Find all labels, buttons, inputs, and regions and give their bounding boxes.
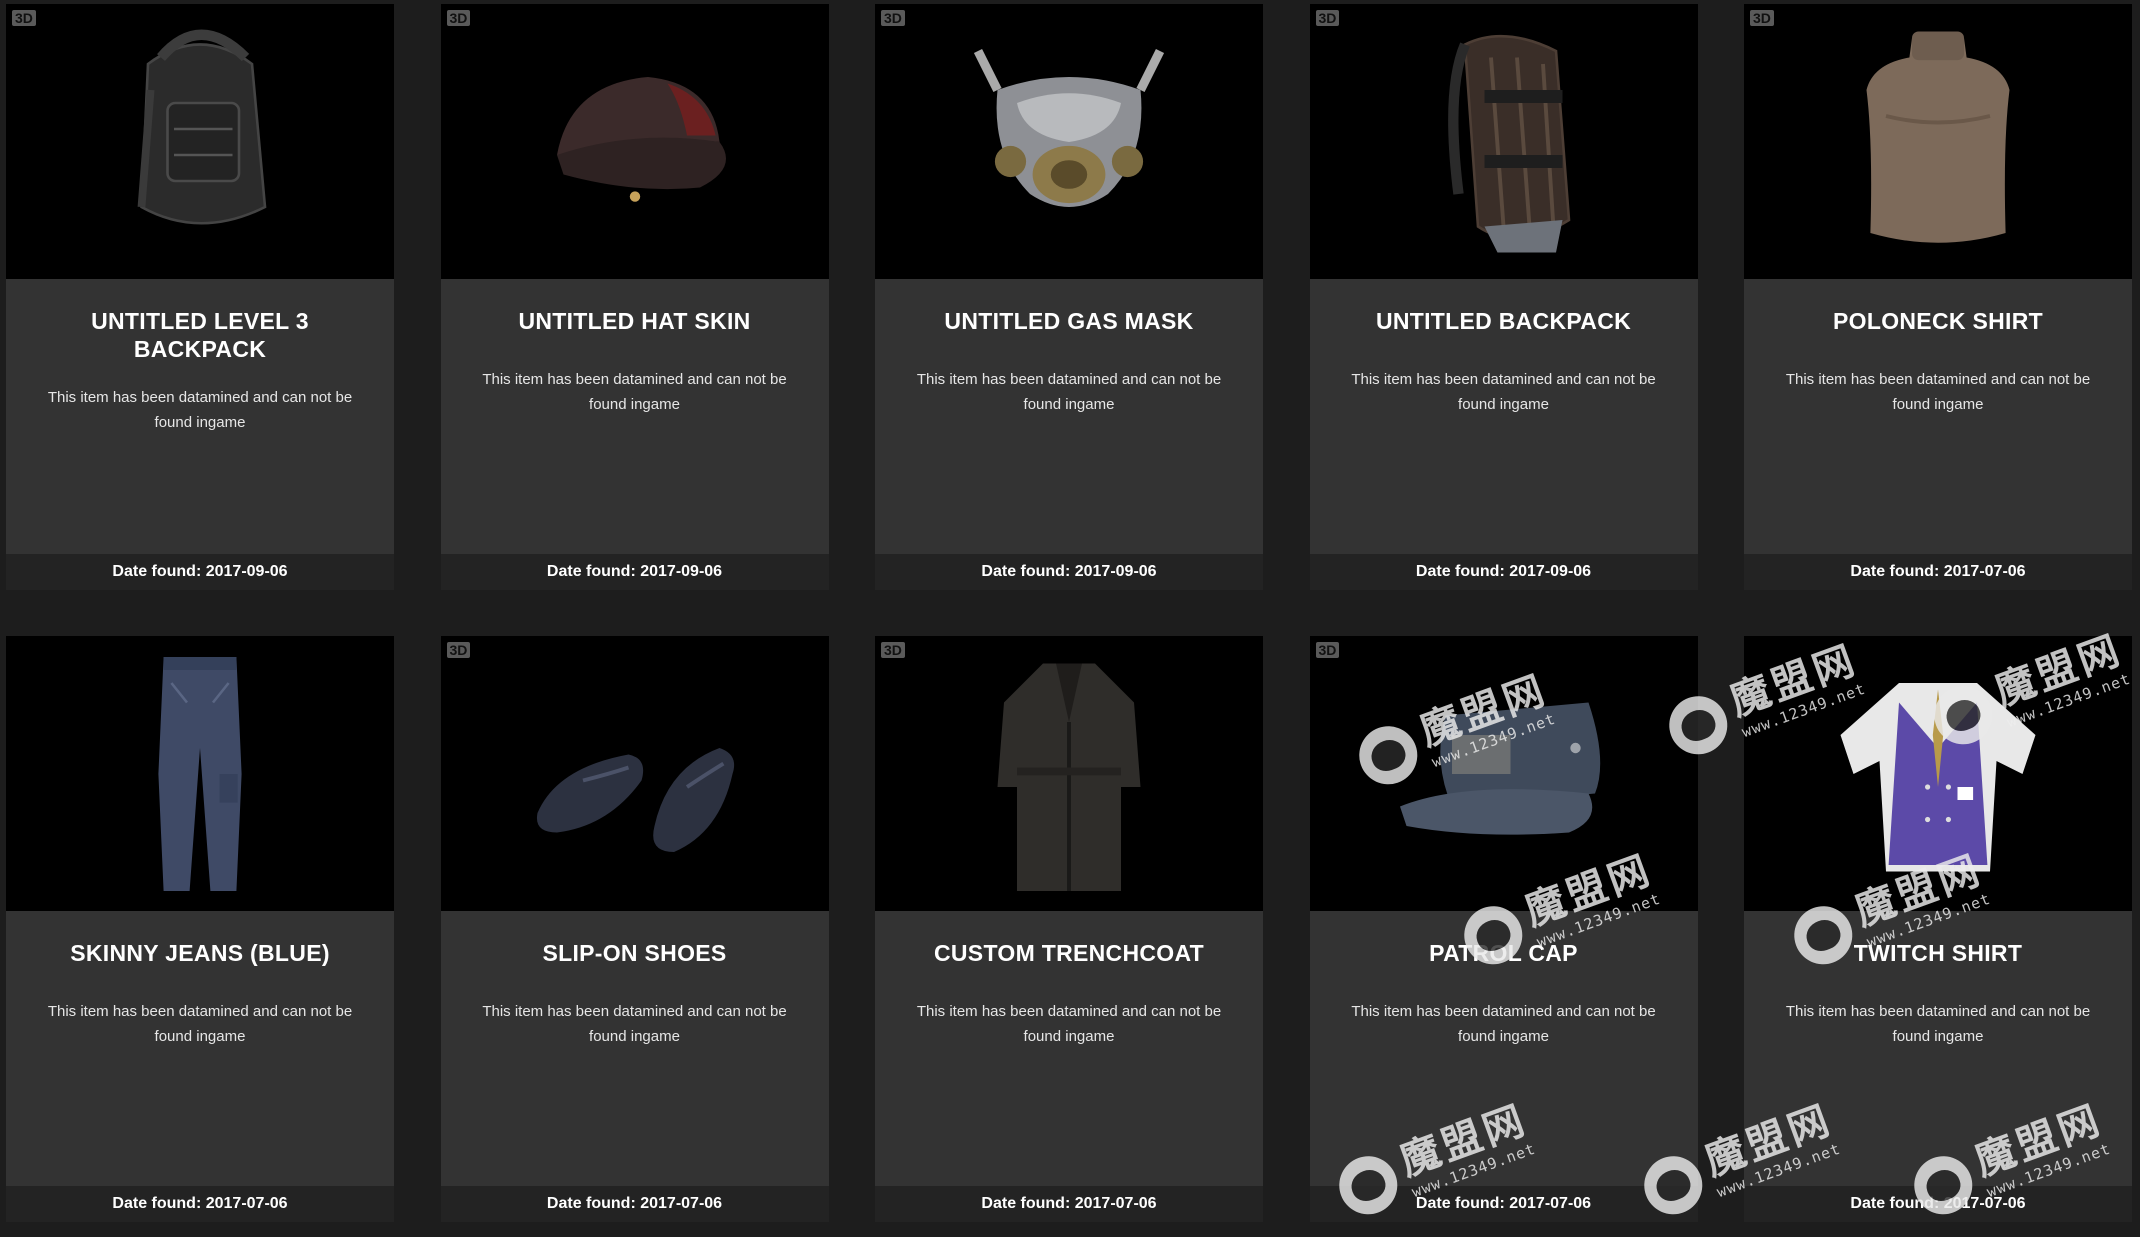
date-found: Date found: 2017-09-06 (1309, 554, 1698, 590)
item-description: This item has been datamined and can not… (47, 389, 353, 431)
backpack-icon (1447, 34, 1570, 252)
item-description: This item has been datamined and can not… (482, 1003, 787, 1045)
item-image[interactable]: 3D (1744, 4, 2132, 279)
item-title: UNTITLED BACKPACK (1375, 308, 1632, 334)
date-found: Date found: 2017-07-06 (1744, 554, 2132, 590)
item-card[interactable]: 3D UNTITLED HAT SKIN This item has been … (440, 4, 829, 590)
item-image[interactable] (6, 636, 394, 911)
item-title: TWITCH SHIRT (1853, 940, 2023, 966)
3d-badge: 3D (1315, 10, 1340, 26)
item-image[interactable]: 3D (6, 4, 394, 279)
cap-icon (1399, 702, 1600, 835)
item-description: This item has been datamined and can not… (1351, 371, 1656, 413)
item-description: This item has been datamined and can not… (1351, 1003, 1656, 1045)
item-title: UNTITLED LEVEL 3 BACKPACK (91, 308, 309, 362)
item-image[interactable] (1744, 636, 2132, 911)
item-title: CUSTOM TRENCHCOAT (933, 940, 1204, 966)
item-image[interactable]: 3D (875, 4, 1263, 279)
item-card[interactable]: 3D UNTITLED LEVEL 3 BACKPACK This item h… (6, 4, 394, 590)
item-image[interactable]: 3D (1309, 636, 1698, 911)
item-image[interactable]: 3D (440, 636, 829, 911)
vest-shirt-icon (1840, 682, 2036, 871)
3d-badge: 3D (1750, 10, 1774, 26)
date-found: Date found: 2017-07-06 (6, 1186, 394, 1222)
date-found: Date found: 2017-07-06 (440, 1186, 829, 1222)
item-card[interactable]: 3D PATROL CAP This item has been datamin… (1309, 636, 1698, 1222)
item-image[interactable]: 3D (440, 4, 829, 279)
hat-icon (556, 76, 726, 202)
item-grid: 3D UNTITLED LEVEL 3 BACKPACK This item h… (6, 4, 2132, 1222)
date-found: Date found: 2017-09-06 (875, 554, 1263, 590)
item-card[interactable]: 3D CUSTOM TRENCHCOAT This item has been … (875, 636, 1263, 1222)
shirt-icon (1866, 31, 2010, 243)
date-found: Date found: 2017-07-06 (875, 1186, 1263, 1222)
3d-badge: 3D (446, 642, 471, 658)
item-card[interactable]: 3D POLONECK SHIRT This item has been dat… (1744, 4, 2132, 590)
item-description: This item has been datamined and can not… (47, 1003, 353, 1045)
date-found: Date found: 2017-07-06 (1744, 1186, 2132, 1222)
item-title: UNTITLED HAT SKIN (518, 308, 751, 334)
item-image[interactable]: 3D (875, 636, 1263, 911)
item-title: SKINNY JEANS (BLUE) (70, 940, 330, 966)
item-title: SLIP-ON SHOES (542, 940, 727, 966)
item-description: This item has been datamined and can not… (916, 371, 1222, 413)
item-description: This item has been datamined and can not… (482, 371, 787, 413)
jeans-icon (158, 656, 242, 891)
item-title: UNTITLED GAS MASK (944, 308, 1194, 334)
3d-badge: 3D (1315, 642, 1340, 658)
item-card[interactable]: TWITCH SHIRT This item has been datamine… (1744, 636, 2132, 1222)
date-found: Date found: 2017-07-06 (1309, 1186, 1698, 1222)
item-title: PATROL CAP (1429, 940, 1578, 966)
3d-badge: 3D (12, 10, 36, 26)
item-card[interactable]: 3D UNTITLED BACKPACK This item has been … (1309, 4, 1698, 590)
item-card[interactable]: 3D SLIP-ON SHOES This item has been data… (440, 636, 829, 1222)
date-found: Date found: 2017-09-06 (440, 554, 829, 590)
3d-badge: 3D (446, 10, 471, 26)
3d-badge: 3D (881, 642, 905, 658)
item-title: POLONECK SHIRT (1833, 308, 2043, 334)
trenchcoat-icon (997, 663, 1141, 891)
3d-badge: 3D (881, 10, 905, 26)
backpack-icon (137, 29, 267, 225)
gas-mask-icon (973, 48, 1165, 207)
item-description: This item has been datamined and can not… (916, 1003, 1222, 1045)
item-description: This item has been datamined and can not… (1785, 371, 2091, 413)
shoes-icon (536, 747, 734, 852)
item-description: This item has been datamined and can not… (1785, 1003, 2091, 1045)
date-found: Date found: 2017-09-06 (6, 554, 394, 590)
item-card[interactable]: SKINNY JEANS (BLUE) This item has been d… (6, 636, 394, 1222)
item-card[interactable]: 3D UNTITLED GAS MASK This item has been … (875, 4, 1263, 590)
item-image[interactable]: 3D (1309, 4, 1698, 279)
